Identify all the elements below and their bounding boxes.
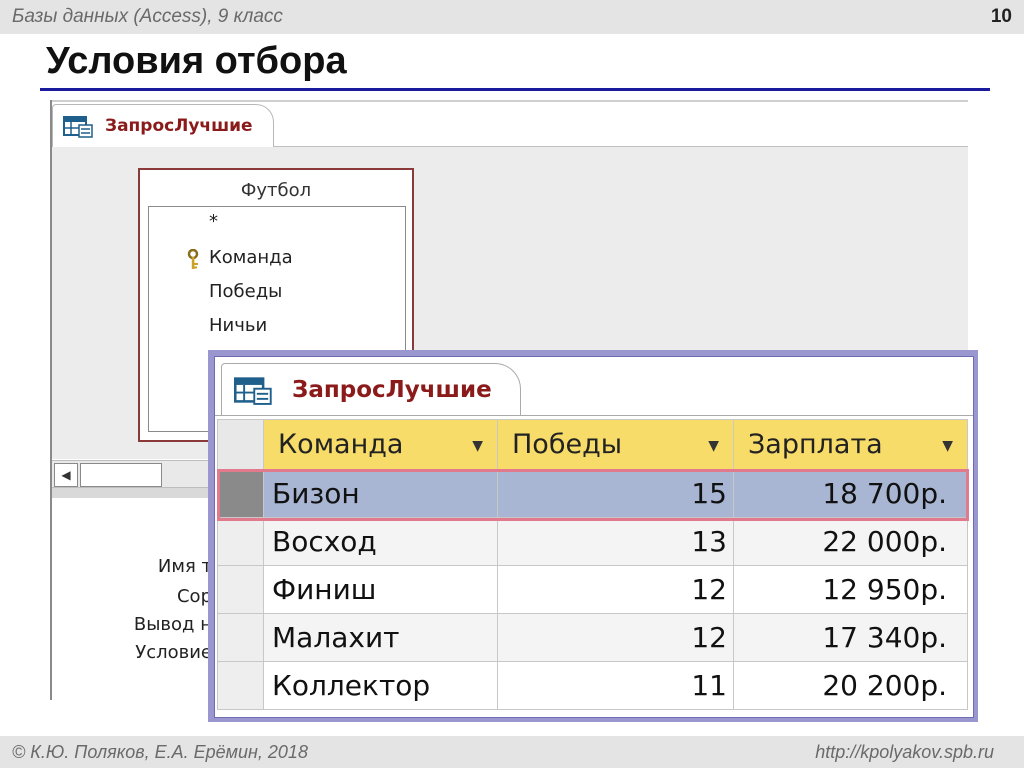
row-selector[interactable] [217, 613, 264, 662]
select-all-corner[interactable] [217, 419, 264, 470]
query-grid-labels: Имя т Сор Вывод н Условие [52, 498, 212, 698]
row-selector[interactable] [217, 661, 264, 710]
dropdown-arrow-icon[interactable]: ▼ [708, 438, 719, 454]
cell-salary[interactable]: 17 340р. [733, 613, 968, 662]
tab-label: ЗапросЛучшие [105, 116, 253, 136]
scroll-left-icon[interactable]: ◀ [54, 463, 78, 487]
cell-team[interactable]: Восход [263, 517, 498, 566]
field-wins[interactable]: Победы [209, 281, 282, 302]
cell-salary[interactable]: 22 000р. [733, 517, 968, 566]
slide-footer: © К.Ю. Поляков, Е.А. Ерёмин, 2018 http:/… [0, 736, 1024, 768]
cell-salary[interactable]: 18 700р. [733, 469, 968, 518]
column-header-label: Команда [278, 429, 404, 460]
footer-authors: © К.Ю. Поляков, Е.А. Ерёмин, 2018 [12, 742, 308, 762]
slide-top-bar: Базы данных (Access), 9 класс 10 [0, 0, 1024, 34]
table-row[interactable]: Бизон 15 18 700р. [217, 469, 968, 518]
result-datasheet: Команда ▼ Победы ▼ Зарплата ▼ Бизон 15 1… [217, 419, 968, 710]
header-row: Команда ▼ Победы ▼ Зарплата ▼ [217, 419, 968, 470]
table-name: Футбол [240, 180, 312, 201]
dropdown-arrow-icon[interactable]: ▼ [942, 438, 953, 454]
cell-wins[interactable]: 12 [497, 613, 734, 662]
primary-key-icon [187, 249, 199, 269]
field-draws[interactable]: Ничьи [209, 315, 267, 336]
grid-label-show: Вывод н [133, 614, 212, 635]
grid-label-criteria: Условие [135, 642, 212, 663]
row-selector[interactable] [217, 517, 264, 566]
row-selector[interactable] [217, 565, 264, 614]
column-header-label: Победы [512, 429, 623, 460]
result-window-body: ЗапросЛучшие Команда ▼ Победы ▼ Зарплата… [214, 356, 974, 718]
cell-team[interactable]: Коллектор [263, 661, 498, 710]
course-title: Базы данных (Access), 9 класс [12, 6, 283, 27]
query-result-window: ЗапросЛучшие Команда ▼ Победы ▼ Зарплата… [208, 350, 978, 722]
footer-url[interactable]: http://kpolyakov.spb.ru [815, 742, 994, 763]
grid-label-field: Имя т [157, 556, 212, 577]
table-row[interactable]: Коллектор 11 20 200р. [217, 661, 968, 710]
column-header-wins[interactable]: Победы ▼ [497, 419, 734, 470]
tab-query-result[interactable]: ЗапросЛучшие [221, 363, 521, 416]
dropdown-arrow-icon[interactable]: ▼ [472, 438, 483, 454]
grid-label-sort: Сор [176, 586, 212, 607]
row-selector[interactable] [217, 469, 264, 518]
query-icon [63, 116, 93, 138]
cell-wins[interactable]: 12 [497, 565, 734, 614]
slide-title: Условия отбора [46, 40, 347, 82]
query-icon [234, 377, 272, 405]
scroll-thumb[interactable] [80, 463, 162, 487]
column-header-label: Зарплата [748, 429, 883, 460]
table-row[interactable]: Финиш 12 12 950р. [217, 565, 968, 614]
cell-team[interactable]: Малахит [263, 613, 498, 662]
cell-wins[interactable]: 15 [497, 469, 734, 518]
cell-wins[interactable]: 11 [497, 661, 734, 710]
cell-salary[interactable]: 12 950р. [733, 565, 968, 614]
table-row[interactable]: Малахит 12 17 340р. [217, 613, 968, 662]
result-tab-label: ЗапросЛучшие [292, 377, 492, 403]
tab-query-design[interactable]: ЗапросЛучшие [52, 104, 274, 147]
table-row[interactable]: Восход 13 22 000р. [217, 517, 968, 566]
column-header-team[interactable]: Команда ▼ [263, 419, 498, 470]
window-top-border [50, 100, 968, 102]
field-team[interactable]: Команда [209, 247, 293, 268]
cell-salary[interactable]: 20 200р. [733, 661, 968, 710]
tab-baseline [215, 415, 973, 416]
field-all[interactable]: * [209, 211, 218, 232]
column-header-salary[interactable]: Зарплата ▼ [733, 419, 968, 470]
page-number: 10 [990, 6, 1012, 27]
cell-wins[interactable]: 13 [497, 517, 734, 566]
cell-team[interactable]: Бизон [263, 469, 498, 518]
cell-team[interactable]: Финиш [263, 565, 498, 614]
title-underline [40, 88, 990, 91]
